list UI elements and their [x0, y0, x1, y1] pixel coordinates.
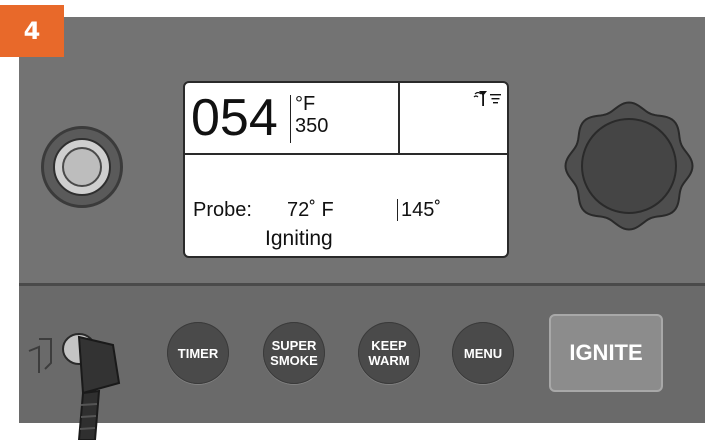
- power-button-center: [62, 147, 102, 187]
- current-temperature: 054: [191, 89, 278, 147]
- power-button[interactable]: [41, 126, 123, 208]
- probe-label: Probe:: [193, 199, 252, 221]
- timer-button-label: TIMER: [177, 345, 219, 361]
- keep-warm-button[interactable]: KEEP WARM: [358, 322, 420, 384]
- menu-button-label: MENU: [463, 345, 503, 361]
- ignite-button-label: IGNITE: [569, 340, 643, 365]
- status-text: Igniting: [265, 227, 333, 250]
- temperature-dial[interactable]: [564, 101, 694, 231]
- keep-warm-button-label: KEEP WARM: [368, 338, 410, 368]
- status-icons: [473, 91, 501, 106]
- ignite-button[interactable]: IGNITE: [549, 314, 663, 392]
- probe-temperature: 72˚ F: [287, 199, 334, 221]
- super-smoke-button[interactable]: SUPER SMOKE: [263, 322, 325, 384]
- controller-panel: 054 °F 350 Probe: 72˚ F 145˚ Igniting TI…: [19, 17, 705, 440]
- menu-lines-icon: [490, 94, 501, 104]
- lcd-horizontal-divider: [185, 153, 507, 155]
- probe-separator: [397, 199, 398, 221]
- power-button-ring: [53, 138, 111, 196]
- set-temperature: 350: [295, 115, 329, 137]
- super-smoke-button-label: SUPER SMOKE: [270, 338, 318, 368]
- temp-separator: [290, 95, 291, 143]
- menu-button[interactable]: MENU: [452, 322, 514, 384]
- probe-target-temperature: 145˚: [401, 199, 442, 221]
- lcd-display: 054 °F 350 Probe: 72˚ F 145˚ Igniting: [183, 81, 509, 258]
- temperature-unit: °F: [295, 93, 316, 115]
- probe-jack: [62, 333, 121, 440]
- timer-button[interactable]: TIMER: [167, 322, 229, 384]
- probe-port-icon: [28, 338, 52, 373]
- wifi-signal-icon: [473, 91, 487, 106]
- lcd-vertical-divider: [398, 83, 400, 153]
- step-badge: 4: [0, 5, 64, 57]
